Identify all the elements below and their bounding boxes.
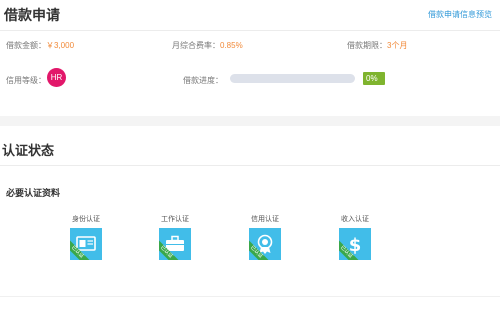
cert-item-identity[interactable]: 身份认证 已认证	[66, 214, 106, 260]
divider	[0, 30, 500, 31]
id-card-icon[interactable]: 已认证	[70, 228, 102, 260]
divider	[0, 165, 500, 166]
credit-seal-icon[interactable]: 已认证	[249, 228, 281, 260]
cert-label: 身份认证	[72, 216, 100, 223]
dollar-icon[interactable]: $ 已认证	[339, 228, 371, 260]
cert-item-work[interactable]: 工作认证 已认证	[155, 214, 195, 260]
loan-amount-value: ￥3,000	[46, 41, 75, 50]
loan-application-panel: 借款申请 借款申请信息预览 借款金额：￥3,000 月综合费率：0.85% 借款…	[0, 0, 500, 116]
page-title: 借款申请	[4, 7, 60, 23]
cert-label: 工作认证	[161, 216, 189, 223]
monthly-rate: 月综合费率：0.85%	[172, 40, 243, 51]
loan-progress-percent: 0%	[363, 72, 385, 85]
loan-term: 借款期限：3个月	[347, 40, 407, 51]
auth-status-title: 认证状态	[2, 143, 55, 158]
monthly-rate-label: 月综合费率：	[172, 41, 220, 50]
cert-item-income[interactable]: 收入认证 $ 已认证	[335, 214, 375, 260]
cert-label: 收入认证	[341, 216, 369, 223]
credit-grade-label: 信用等级：	[6, 76, 46, 85]
cert-item-credit[interactable]: 信用认证 已认证	[245, 214, 285, 260]
monthly-rate-value: 0.85%	[220, 41, 243, 50]
loan-amount: 借款金额：￥3,000	[6, 40, 74, 51]
divider	[0, 296, 500, 297]
credit-grade-badge: HR	[47, 68, 66, 87]
loan-amount-label: 借款金额：	[6, 41, 46, 50]
auth-status-panel: 认证状态 必要认证资料 身份认证 已认证 工作认证 已认证 信用认证 已认证 收…	[0, 126, 500, 314]
loan-term-label: 借款期限：	[347, 41, 387, 50]
cert-label: 信用认证	[251, 216, 279, 223]
required-docs-title: 必要认证资料	[6, 188, 61, 198]
loan-progress-label: 借款进度：	[183, 76, 223, 85]
briefcase-icon[interactable]: 已认证	[159, 228, 191, 260]
loan-term-value: 3个月	[387, 41, 408, 50]
loan-progress-bar	[230, 74, 355, 83]
preview-link[interactable]: 借款申请信息预览	[428, 9, 492, 20]
